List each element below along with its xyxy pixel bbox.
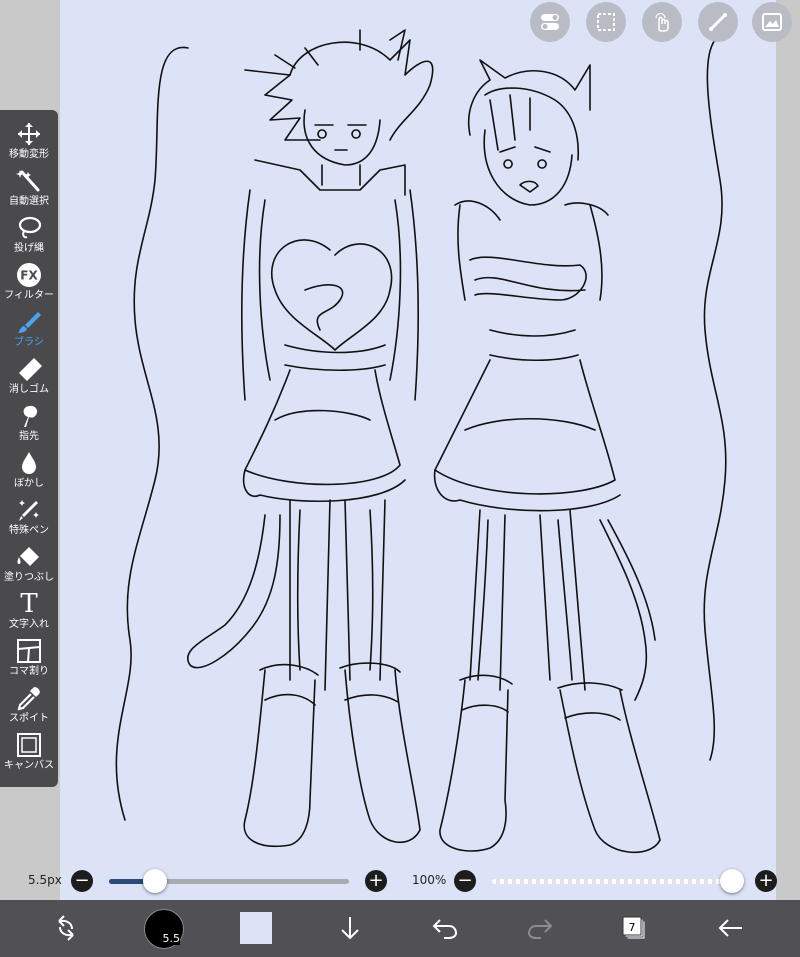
tool-smudge[interactable]: 指先	[0, 400, 58, 447]
lasso-icon	[15, 214, 43, 242]
opacity-slider-handle[interactable]	[720, 869, 744, 893]
tool-label: ブラシ	[14, 337, 44, 348]
tool-label: 塗りつぶし	[3, 572, 55, 583]
brush-size-button-value: 5.5	[162, 932, 180, 945]
fx-glyph: FX	[20, 269, 38, 283]
fill-bucket-icon	[15, 543, 43, 571]
opacity-track[interactable]	[492, 879, 732, 884]
tool-label: 特殊ペン	[9, 525, 49, 536]
rotate-canvas-icon[interactable]	[46, 908, 86, 948]
canvas-icon	[15, 731, 43, 759]
canvas-area[interactable]: 移動変形 自動選択 投げ縄 FX フィルター ブラシ 消しゴム 指先 ぼかし 特…	[0, 0, 800, 900]
redo-icon[interactable]	[520, 908, 560, 948]
tool-special-pen[interactable]: 特殊ペン	[0, 494, 58, 541]
tool-eyedropper[interactable]: スポイト	[0, 682, 58, 729]
tool-fill[interactable]: 塗りつぶし	[0, 541, 58, 588]
tool-label: スポイト	[9, 713, 49, 724]
sketch-artwork	[60, 0, 776, 900]
eraser-icon	[15, 355, 43, 383]
move-icon	[15, 120, 43, 148]
selection-icon[interactable]	[586, 2, 626, 42]
text-icon: T	[15, 590, 43, 618]
magic-wand-icon	[15, 167, 43, 195]
blur-drop-icon	[15, 449, 43, 477]
tool-panel: 移動変形 自動選択 投げ縄 FX フィルター ブラシ 消しゴム 指先 ぼかし 特…	[0, 110, 58, 787]
import-down-arrow-icon[interactable]	[330, 908, 370, 948]
tool-brush[interactable]: ブラシ	[0, 306, 58, 353]
brush-size-label: 5.5px	[28, 873, 62, 887]
bottom-toolbar: 5.5 7	[0, 900, 800, 957]
opacity-increase-button[interactable]: +	[755, 870, 777, 892]
brush-size-button[interactable]: 5.5	[144, 909, 184, 949]
slider-row: 5.5px − + 100% − +	[0, 866, 800, 896]
eyedropper-icon	[15, 684, 43, 712]
brush-icon	[15, 308, 43, 336]
brush-size-decrease-button[interactable]: −	[71, 870, 93, 892]
frame-divider-icon	[15, 637, 43, 665]
fx-icon: FX	[15, 261, 43, 289]
layer-image-icon[interactable]	[752, 2, 792, 42]
tool-filter[interactable]: FX フィルター	[0, 259, 58, 306]
tool-auto-select[interactable]: 自動選択	[0, 165, 58, 212]
tool-label: 文字入れ	[9, 619, 49, 630]
tool-lasso[interactable]: 投げ縄	[0, 212, 58, 259]
brush-size-slider-handle[interactable]	[143, 869, 167, 893]
tool-label: キャンバス	[4, 760, 54, 771]
opacity-decrease-button[interactable]: −	[454, 870, 476, 892]
tool-label: ぼかし	[14, 478, 44, 489]
tool-label: 投げ縄	[14, 243, 44, 254]
color-swatch[interactable]	[240, 912, 272, 944]
opacity-label: 100%	[412, 873, 447, 887]
undo-icon[interactable]	[425, 908, 465, 948]
brush-size-increase-button[interactable]: +	[365, 870, 387, 892]
tool-label: コマ割り	[9, 666, 49, 677]
smudge-icon	[15, 402, 43, 430]
layer-count: 7	[629, 921, 636, 934]
tool-canvas[interactable]: キャンバス	[0, 729, 58, 776]
tool-eraser[interactable]: 消しゴム	[0, 353, 58, 400]
ruler-icon[interactable]	[698, 2, 738, 42]
layers-icon[interactable]: 7	[614, 908, 654, 948]
tool-move-transform[interactable]: 移動変形	[0, 118, 58, 165]
tool-label: 移動変形	[9, 149, 49, 160]
tool-text[interactable]: T 文字入れ	[0, 588, 58, 635]
tool-label: 指先	[19, 431, 39, 442]
tool-label: 自動選択	[9, 196, 49, 207]
toggle-icon[interactable]	[530, 2, 570, 42]
tool-label: 消しゴム	[9, 384, 49, 395]
text-glyph: T	[20, 589, 38, 619]
touch-icon[interactable]	[642, 2, 682, 42]
drawing-paper[interactable]	[60, 0, 776, 900]
tool-label: フィルター	[4, 290, 54, 301]
back-arrow-icon[interactable]	[711, 908, 751, 948]
tool-frame-divider[interactable]: コマ割り	[0, 635, 58, 682]
special-pen-icon	[15, 496, 43, 524]
tool-blur[interactable]: ぼかし	[0, 447, 58, 494]
